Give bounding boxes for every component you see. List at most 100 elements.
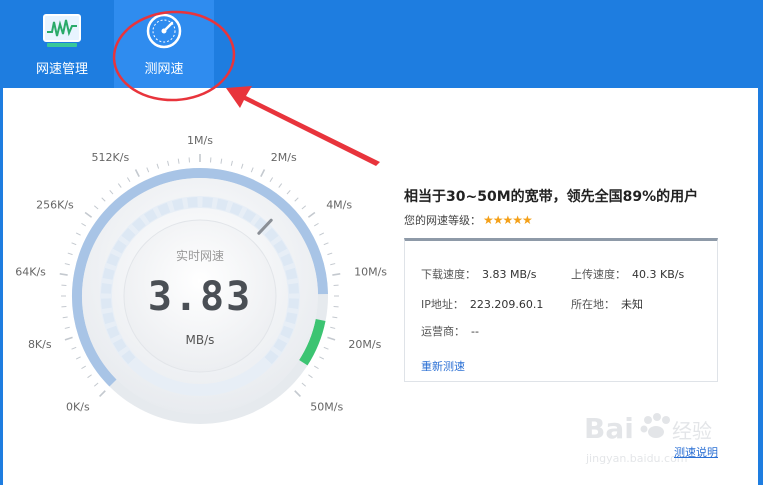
gauge-inner-segment [273,239,287,254]
gauge-inner-segment [143,209,158,223]
isp-row: 运营商： -- [421,323,479,339]
gauge-tick [62,316,68,319]
gauge-tick [93,205,99,210]
watermark-brand: Bai [584,412,634,445]
gauge-inner-segment [242,209,257,223]
location-label: 所在地： [571,298,615,311]
upload-speed-label: 上传速度： [571,268,626,281]
gauge-tick [67,252,73,256]
gauge-tick [93,382,99,387]
gauge-tick [313,222,319,227]
gauge-title: 实时网速 [176,248,224,263]
gauge-inner-segment [216,198,229,211]
gauge-tick [109,189,114,195]
gauge-tick [156,163,160,169]
gauge-inner-segment [280,253,294,267]
gauge-tick [84,211,93,218]
isp-value: -- [471,325,479,338]
gauge-inner-segment [102,312,115,325]
result-headline: 相当于30~50M的宽带，领先全国89%的用户 [404,189,699,205]
gauge-tick [64,263,70,266]
gauge-tick [332,316,338,319]
gauge-scale-label: 8K/s [28,338,52,351]
gauge-inner-segment [171,198,184,211]
gauge-tick [134,169,140,177]
rating-stars: ★★★★★ [483,213,533,227]
speed-gauge: 实时网速 3.83 MB/s 0K/s 8K/s 64K/s 256K/s 512K/s… [15,134,387,424]
gauge-scale-label: 64K/s [15,266,46,279]
gauge-tick [177,158,180,164]
gauge-tick [167,160,170,166]
gauge-inner-segment [229,202,243,216]
ip-address-row: IP地址： 223.209.60.1 [421,296,543,312]
gauge-tick [71,346,77,350]
gauge-inner-segment [113,338,127,353]
gauge-inner-segment [285,312,298,325]
gauge-inner-segment [121,350,136,365]
gauge-tick [59,272,68,276]
speed-test-help-link[interactable]: 测速说明 [674,444,718,460]
gauge-tick [64,336,73,341]
gauge-inner-segment [273,338,287,353]
gauge-tick [301,382,307,387]
gauge-inner-segment [131,217,146,232]
gauge-tick [260,169,266,177]
gauge-tick [64,326,70,329]
gauge-scale-label: 512K/s [92,151,130,164]
gauge-inner-segment [101,283,112,294]
gauge-inner-segment [106,325,120,339]
location-value: 未知 [621,298,643,311]
gauge-inner-segment [280,325,294,339]
ip-address-label: IP地址： [421,298,464,311]
gauge-tick [75,232,81,236]
retest-link[interactable]: 重新测速 [421,358,465,374]
ip-address-value: 223.209.60.1 [469,298,544,311]
gauge-scale-label: 256K/s [36,198,74,211]
gauge-scale-label: 0K/s [66,400,90,413]
gauge-tick [319,356,325,360]
gauge-scale-label: 20M/s [348,338,381,351]
gauge-tick [240,163,244,169]
upload-speed-row: 上传速度： 40.3 KB/s [571,266,684,282]
gauge-tick [294,390,301,397]
gauge-unit: MB/s [186,333,215,347]
speed-info-card: 下载速度： 3.83 MB/s 上传速度： 40.3 KB/s IP地址： 223.2… [404,238,718,382]
download-speed-row: 下载速度： 3.83 MB/s [421,266,536,282]
gauge-tick [269,177,274,183]
gauge-tick [323,346,329,350]
gauge-tick [99,390,106,397]
gauge-inner-segment [106,253,120,267]
gauge-tick [126,177,131,183]
rating-label: 您的网速等级： [404,214,481,227]
gauge-inner-segment [157,202,171,216]
gauge-tick [313,365,319,370]
gauge-tick [220,158,223,164]
gauge-tick [81,365,87,370]
gauge-tick [332,272,341,276]
gauge-inner-segment [101,298,112,309]
gauge-inner-segment [264,227,279,242]
gauge-inner-segment [285,267,298,280]
gauge-inner-segment [113,239,127,254]
gauge-inner-segment [288,298,299,309]
gauge-tick [87,374,92,379]
watermark-cn: 经验 [672,419,712,443]
isp-label: 运营商： [421,325,465,338]
gauge-speed-value: 3.83 [148,274,252,320]
gauge-tick [323,242,329,246]
gauge-tick [75,356,81,360]
gauge-tick [319,232,325,236]
gauge-tick [117,183,122,188]
download-speed-value: 3.83 MB/s [482,268,537,281]
gauge-tick [330,326,336,329]
gauge-inner-segment [288,283,299,294]
gauge-tick [330,263,336,266]
gauge-scale-label: 1M/s [187,134,213,147]
gauge-tick [81,222,87,227]
gauge-tick [294,197,299,202]
download-speed-label: 下载速度： [421,268,476,281]
gauge-tick [278,183,283,188]
rating-row: 您的网速等级： ★★★★★ [404,212,744,228]
upload-speed-value: 40.3 KB/s [632,268,685,281]
gauge-scale-label: 50M/s [310,400,343,413]
